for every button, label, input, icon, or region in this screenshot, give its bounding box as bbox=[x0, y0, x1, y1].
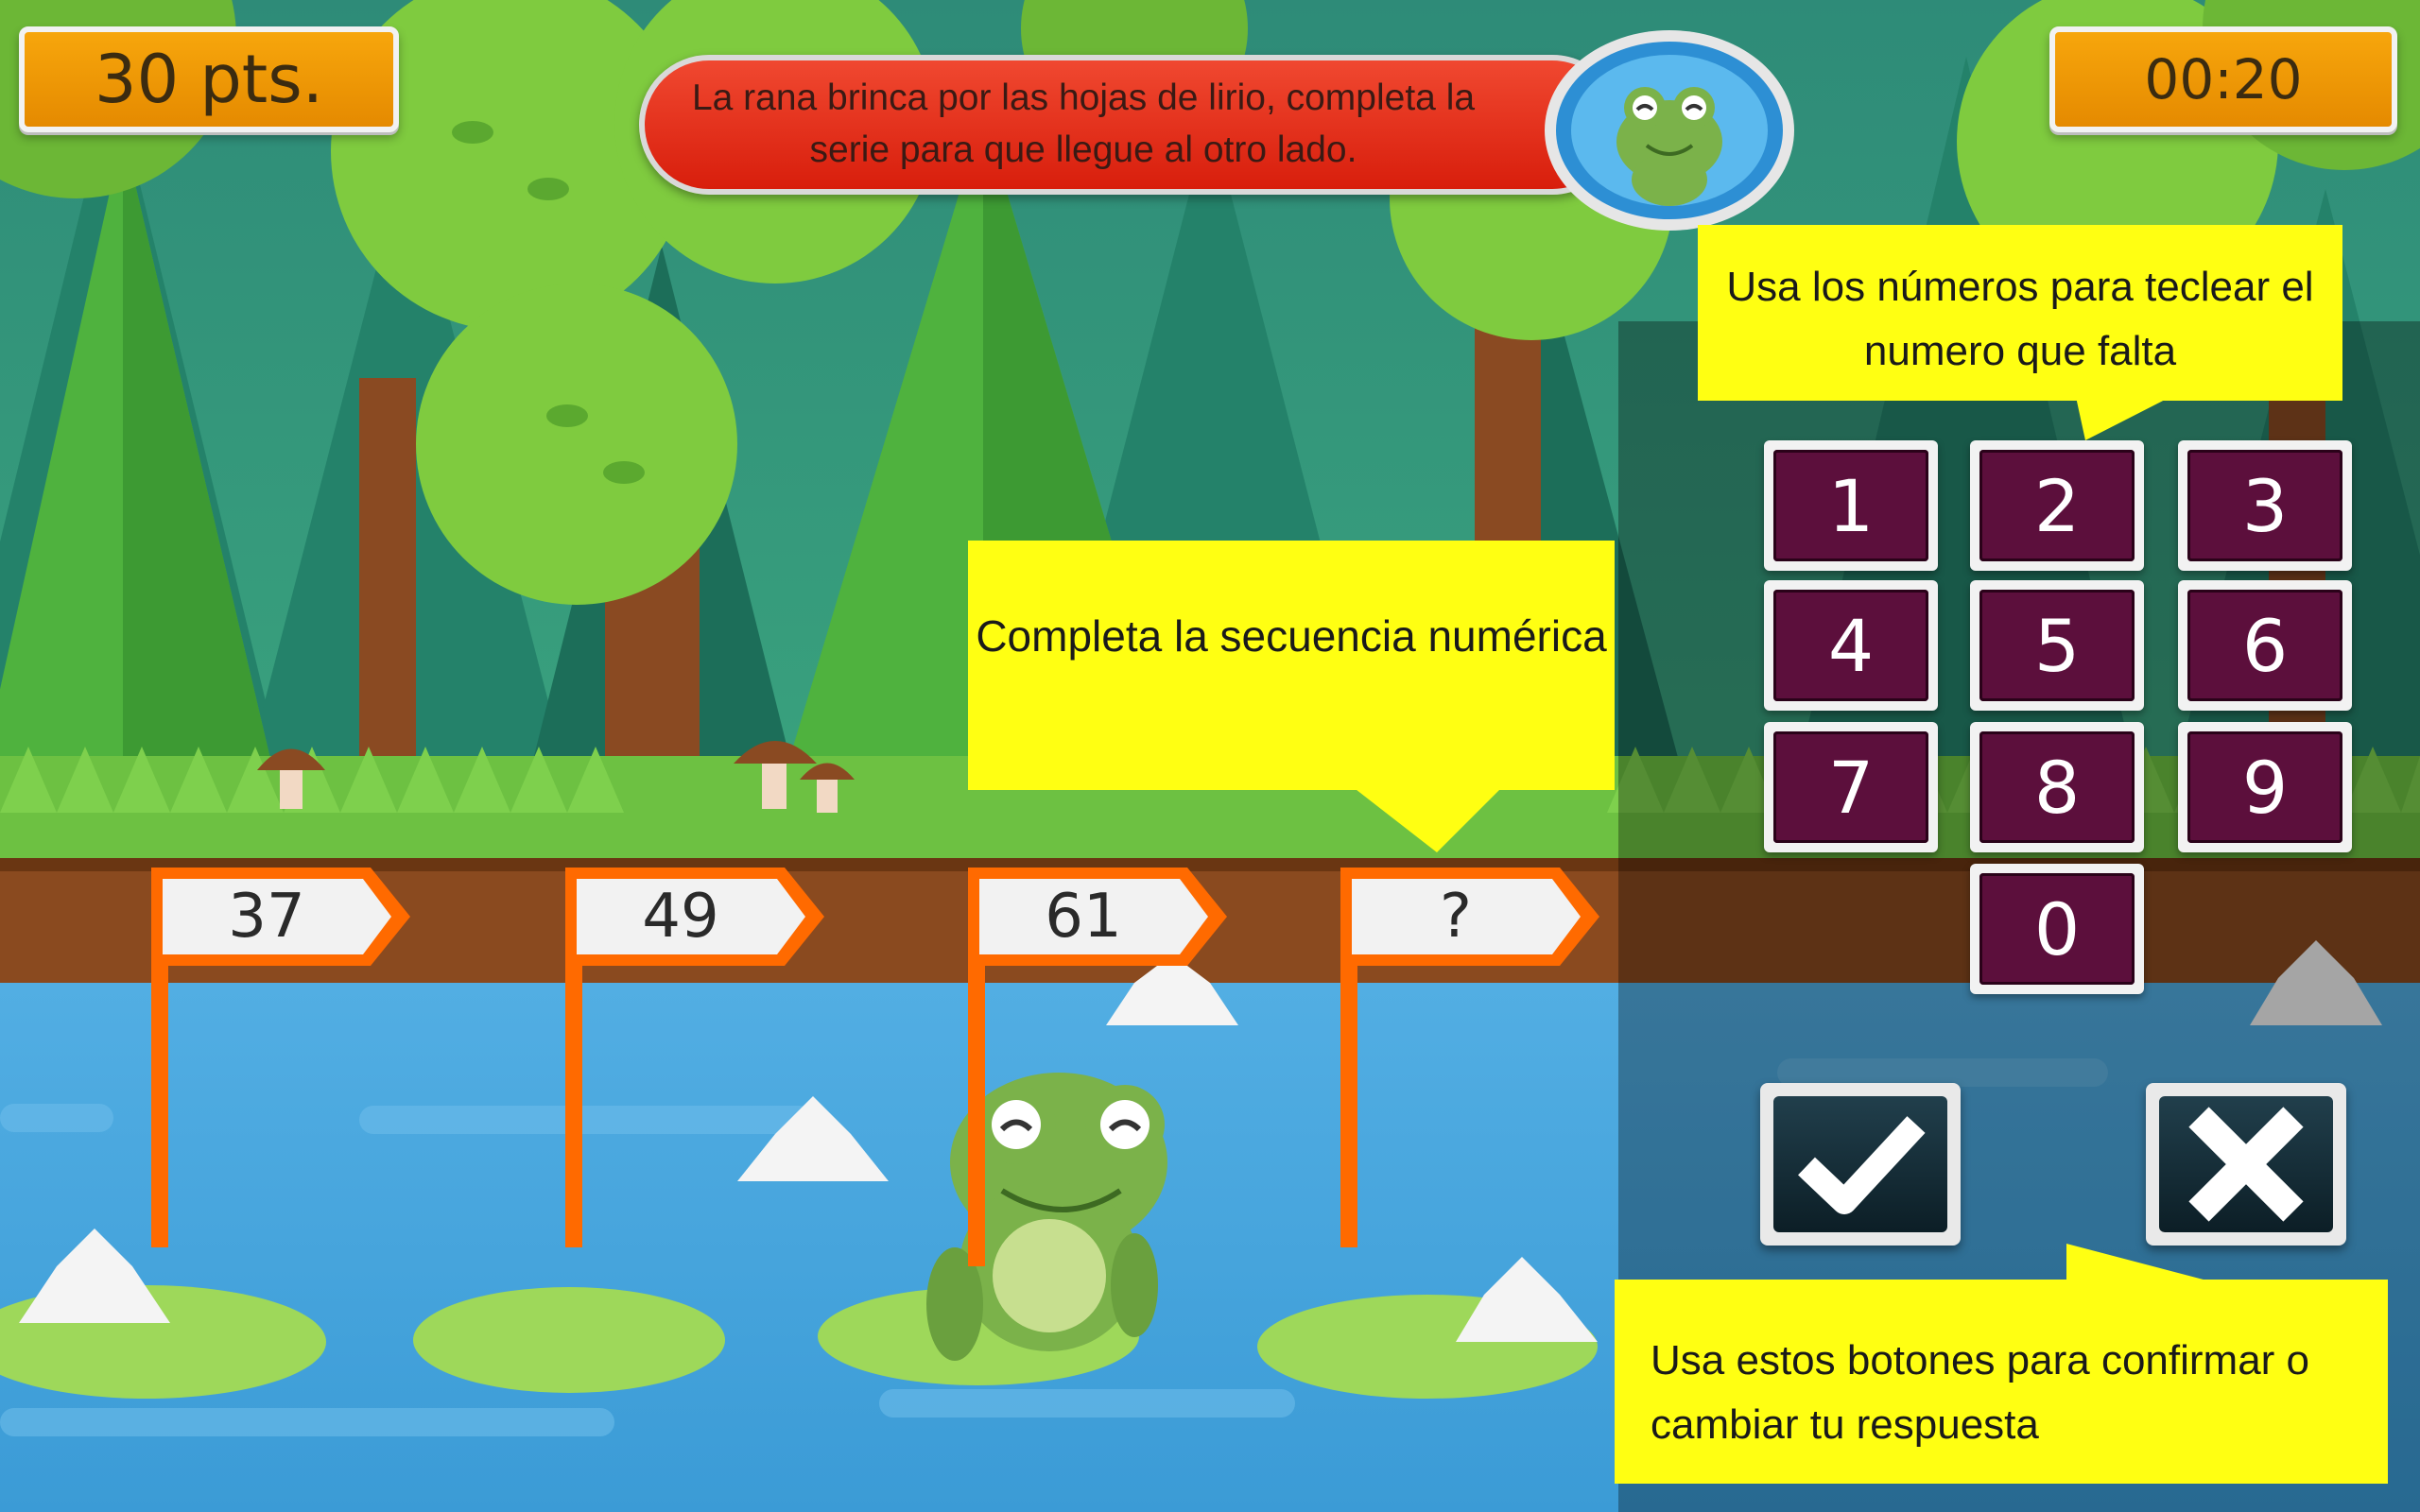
keypad-key-0[interactable]: 0 bbox=[1970, 864, 2144, 994]
sequence-number: 37 bbox=[228, 882, 305, 952]
keypad-key-label: 8 bbox=[1979, 731, 2135, 843]
keypad-key-label: 6 bbox=[2187, 590, 2342, 701]
sequence-hint-text: Completa la secuencia numérica bbox=[976, 611, 1607, 661]
keypad-hint-text: Usa los números para teclear el numero q… bbox=[1726, 264, 2314, 375]
sequence-sign[interactable]: ? bbox=[1340, 868, 1599, 966]
keypad-key-2[interactable]: 2 bbox=[1970, 440, 2144, 571]
keypad-key-3[interactable]: 3 bbox=[2178, 440, 2352, 571]
score-display: 30 pts. bbox=[19, 26, 399, 132]
keypad-key-label: 2 bbox=[1979, 450, 2135, 561]
sequence-callout-pointer bbox=[1352, 786, 1503, 852]
keypad-key-label: 7 bbox=[1773, 731, 1928, 843]
check-icon bbox=[1798, 1116, 1926, 1214]
keypad-key-6[interactable]: 6 bbox=[2178, 580, 2352, 711]
keypad-key-label: 4 bbox=[1773, 590, 1928, 701]
keypad-key-1[interactable]: 1 bbox=[1764, 440, 1938, 571]
instruction-text: La rana brinca por las hojas de lirio, c… bbox=[691, 77, 1476, 170]
sequence-sign: 61 bbox=[968, 868, 1227, 966]
buttons-hint-text: Usa estos botones para confirmar o cambi… bbox=[1651, 1337, 2310, 1449]
keypad-key-label: 5 bbox=[1979, 590, 2135, 701]
buttons-hint-callout: Usa estos botones para confirmar o cambi… bbox=[1615, 1280, 2388, 1484]
confirm-button[interactable] bbox=[1760, 1083, 1961, 1246]
keypad-key-7[interactable]: 7 bbox=[1764, 722, 1938, 852]
keypad-key-4[interactable]: 4 bbox=[1764, 580, 1938, 711]
sequence-number: 49 bbox=[642, 882, 719, 952]
sequence-number: 61 bbox=[1045, 882, 1122, 952]
keypad-key-5[interactable]: 5 bbox=[1970, 580, 2144, 711]
sequence-sign: 37 bbox=[151, 868, 410, 966]
keypad-key-9[interactable]: 9 bbox=[2178, 722, 2352, 852]
sequence-number: ? bbox=[1440, 882, 1472, 952]
sequence-sign: 49 bbox=[565, 868, 824, 966]
timer-display: 00:20 bbox=[2049, 26, 2397, 132]
clear-button[interactable] bbox=[2146, 1083, 2346, 1246]
keypad-key-label: 0 bbox=[1979, 873, 2135, 985]
keypad-key-label: 1 bbox=[1773, 450, 1928, 561]
keypad-hint-callout: Usa los números para teclear el numero q… bbox=[1698, 225, 2342, 401]
keypad-key-8[interactable]: 8 bbox=[1970, 722, 2144, 852]
sequence-hint-callout: Completa la secuencia numérica bbox=[968, 541, 1615, 790]
keypad-key-label: 9 bbox=[2187, 731, 2342, 843]
buttons-callout-pointer bbox=[2066, 1244, 2218, 1283]
x-icon bbox=[2188, 1107, 2304, 1222]
keypad-key-label: 3 bbox=[2187, 450, 2342, 561]
keypad-callout-pointer bbox=[2076, 397, 2170, 440]
frog-avatar-icon bbox=[1545, 30, 1794, 231]
instruction-banner: La rana brinca por las hojas de lirio, c… bbox=[639, 55, 1622, 195]
